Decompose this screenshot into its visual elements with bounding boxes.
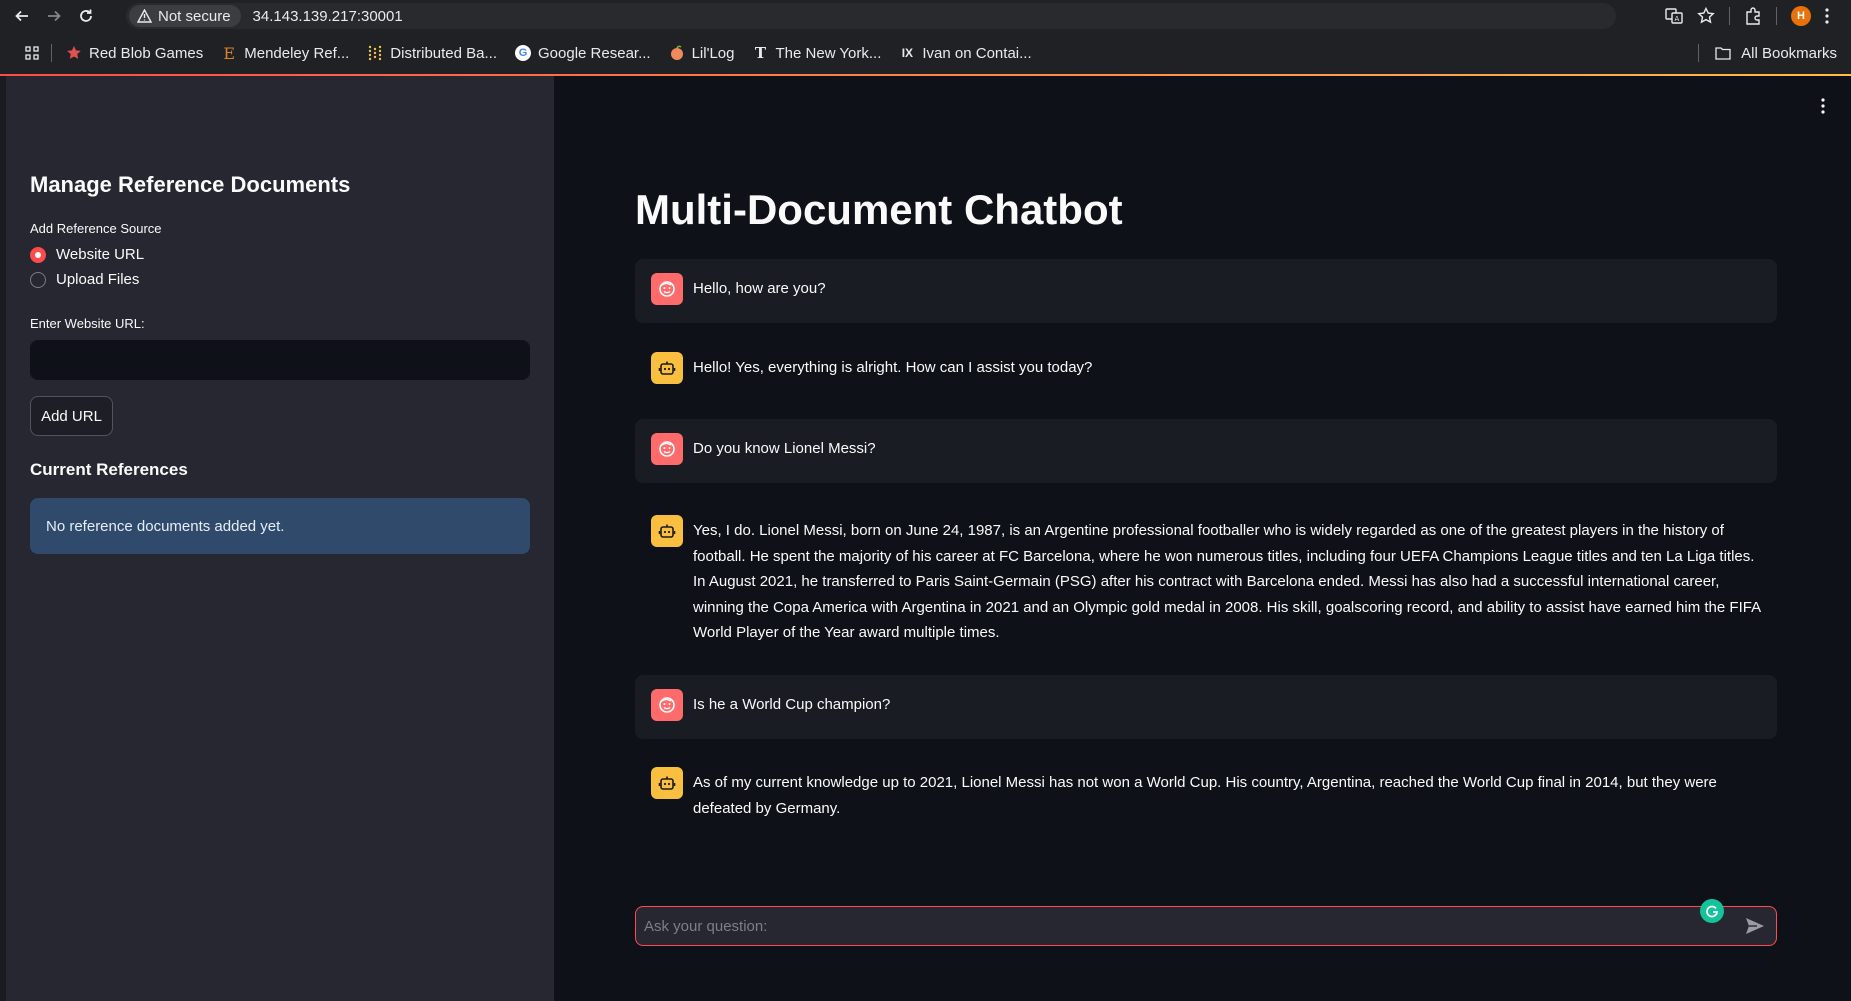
references-empty-info: No reference documents added yet. (30, 498, 530, 554)
chat-message-assistant: Yes, I do. Lionel Messi, born on June 24… (635, 501, 1777, 661)
radio-upload-files[interactable]: Upload Files (30, 271, 139, 288)
current-references-title: Current References (30, 460, 188, 479)
ix-icon: IX (901, 46, 914, 60)
profile-avatar[interactable]: H (1791, 6, 1811, 26)
warning-icon (137, 9, 152, 23)
user-avatar-icon (651, 433, 683, 465)
add-url-button[interactable]: Add URL (30, 396, 113, 436)
forward-arrow-icon (48, 10, 61, 22)
peach-icon (669, 45, 685, 61)
forward-button[interactable] (40, 2, 68, 30)
user-avatar-icon (651, 273, 683, 305)
bot-avatar-icon (651, 515, 683, 547)
back-button[interactable] (8, 2, 36, 30)
bot-avatar-icon (651, 767, 683, 799)
user-avatar-icon (651, 689, 683, 721)
extensions-icon[interactable] (1744, 7, 1762, 25)
security-chip[interactable]: Not secure (129, 5, 241, 27)
url-text[interactable]: 34.143.139.217:30001 (253, 8, 403, 25)
bookmarks-bar: Red Blob Games E Mendeley Ref... Distrib… (0, 32, 1851, 74)
website-url-input[interactable] (30, 340, 530, 380)
sidebar-title: Manage Reference Documents (30, 172, 351, 197)
radio-label: Upload Files (56, 271, 140, 288)
all-bookmarks[interactable]: All Bookmarks (1698, 32, 1837, 74)
mendeley-e-icon: E (223, 43, 236, 63)
apps-grid-icon[interactable] (25, 46, 39, 60)
bookmark-label: Mendeley Ref... (244, 44, 350, 62)
address-bar[interactable]: Not secure 34.143.139.217:30001 (126, 3, 1616, 29)
chat-input-box (635, 899, 1777, 946)
security-label: Not secure (158, 7, 231, 25)
message-text: Hello! Yes, everything is alright. How c… (693, 359, 1093, 376)
reload-button[interactable] (72, 2, 100, 30)
bookmark-label: Ivan on Contai... (922, 44, 1032, 62)
url-field-label: Enter Website URL: (30, 316, 145, 331)
reload-icon (80, 9, 92, 22)
toolbar-actions: A H (1665, 0, 1851, 32)
translate-icon[interactable]: A (1665, 7, 1683, 25)
folder-icon (1715, 47, 1731, 60)
bookmark-label: Distributed Ba... (390, 44, 498, 62)
bookmarks-divider (51, 44, 52, 62)
chat-message-assistant: Hello! Yes, everything is alright. How c… (635, 338, 1777, 402)
bookmark-distributed[interactable]: Distributed Ba... (367, 45, 497, 62)
page-title: Multi-Document Chatbot (635, 186, 1123, 233)
chat-message-assistant: As of my current knowledge up to 2021, L… (635, 753, 1777, 843)
grammarly-icon[interactable] (1700, 899, 1724, 923)
bookmark-mendeley[interactable]: E Mendeley Ref... (221, 43, 350, 63)
back-arrow-icon (15, 10, 28, 22)
bookmarks-divider (1698, 44, 1700, 62)
all-bookmarks-label: All Bookmarks (1741, 44, 1837, 62)
radio-label: Website URL (56, 246, 145, 263)
sidebar-edge (0, 76, 6, 1001)
radio-unselected-icon (30, 271, 46, 288)
message-text: As of my current knowledge up to 2021, L… (693, 774, 1717, 817)
message-text: Yes, I do. Lionel Messi, born on June 24… (693, 522, 1761, 641)
bookmark-label: Google Resear... (538, 44, 651, 62)
radio-selected-icon (30, 246, 46, 263)
message-text: Is he a World Cup champion? (693, 696, 891, 713)
chat-message-user: Is he a World Cup champion? (635, 675, 1777, 739)
message-text: Do you know Lionel Messi? (693, 440, 876, 457)
nyt-icon: T (754, 44, 767, 62)
send-icon[interactable] (1744, 915, 1766, 937)
bookmark-ivan[interactable]: IX Ivan on Contai... (899, 44, 1032, 62)
svg-text:A: A (1675, 15, 1680, 23)
chat-message-user: Hello, how are you? (635, 259, 1777, 323)
bookmark-nytimes[interactable]: T The New York... (753, 44, 882, 62)
star-icon[interactable] (1697, 7, 1715, 25)
google-g-icon: G (515, 45, 532, 61)
message-text: Hello, how are you? (693, 280, 826, 297)
star-badge-icon (66, 45, 82, 61)
more-vert-icon[interactable] (1825, 8, 1829, 24)
radio-website-url[interactable]: Website URL (30, 246, 144, 263)
main-menu-icon[interactable] (1821, 98, 1825, 114)
bookmark-label: Red Blob Games (89, 44, 204, 62)
main-area: Multi-Document Chatbot Hello, how are yo… (554, 76, 1851, 1001)
chat-input[interactable] (636, 906, 1776, 946)
bot-avatar-icon (651, 352, 683, 384)
toolbar-divider (1729, 7, 1730, 25)
toolbar-divider (1776, 7, 1777, 25)
bookmark-red-blob-games[interactable]: Red Blob Games (66, 45, 203, 62)
bookmark-lillog[interactable]: Lil'Log (669, 45, 735, 62)
browser-toolbar: Not secure 34.143.139.217:30001 A H (0, 0, 1851, 32)
chat-message-user: Do you know Lionel Messi? (635, 419, 1777, 483)
bookmark-label: The New York... (775, 44, 882, 62)
bookmark-google-research[interactable]: G Google Resear... (515, 45, 651, 62)
sidebar: Manage Reference Documents Add Reference… (0, 76, 554, 1001)
dotted-bars-icon (367, 45, 383, 61)
source-label: Add Reference Source (30, 221, 162, 236)
bookmark-label: Lil'Log (691, 44, 735, 62)
